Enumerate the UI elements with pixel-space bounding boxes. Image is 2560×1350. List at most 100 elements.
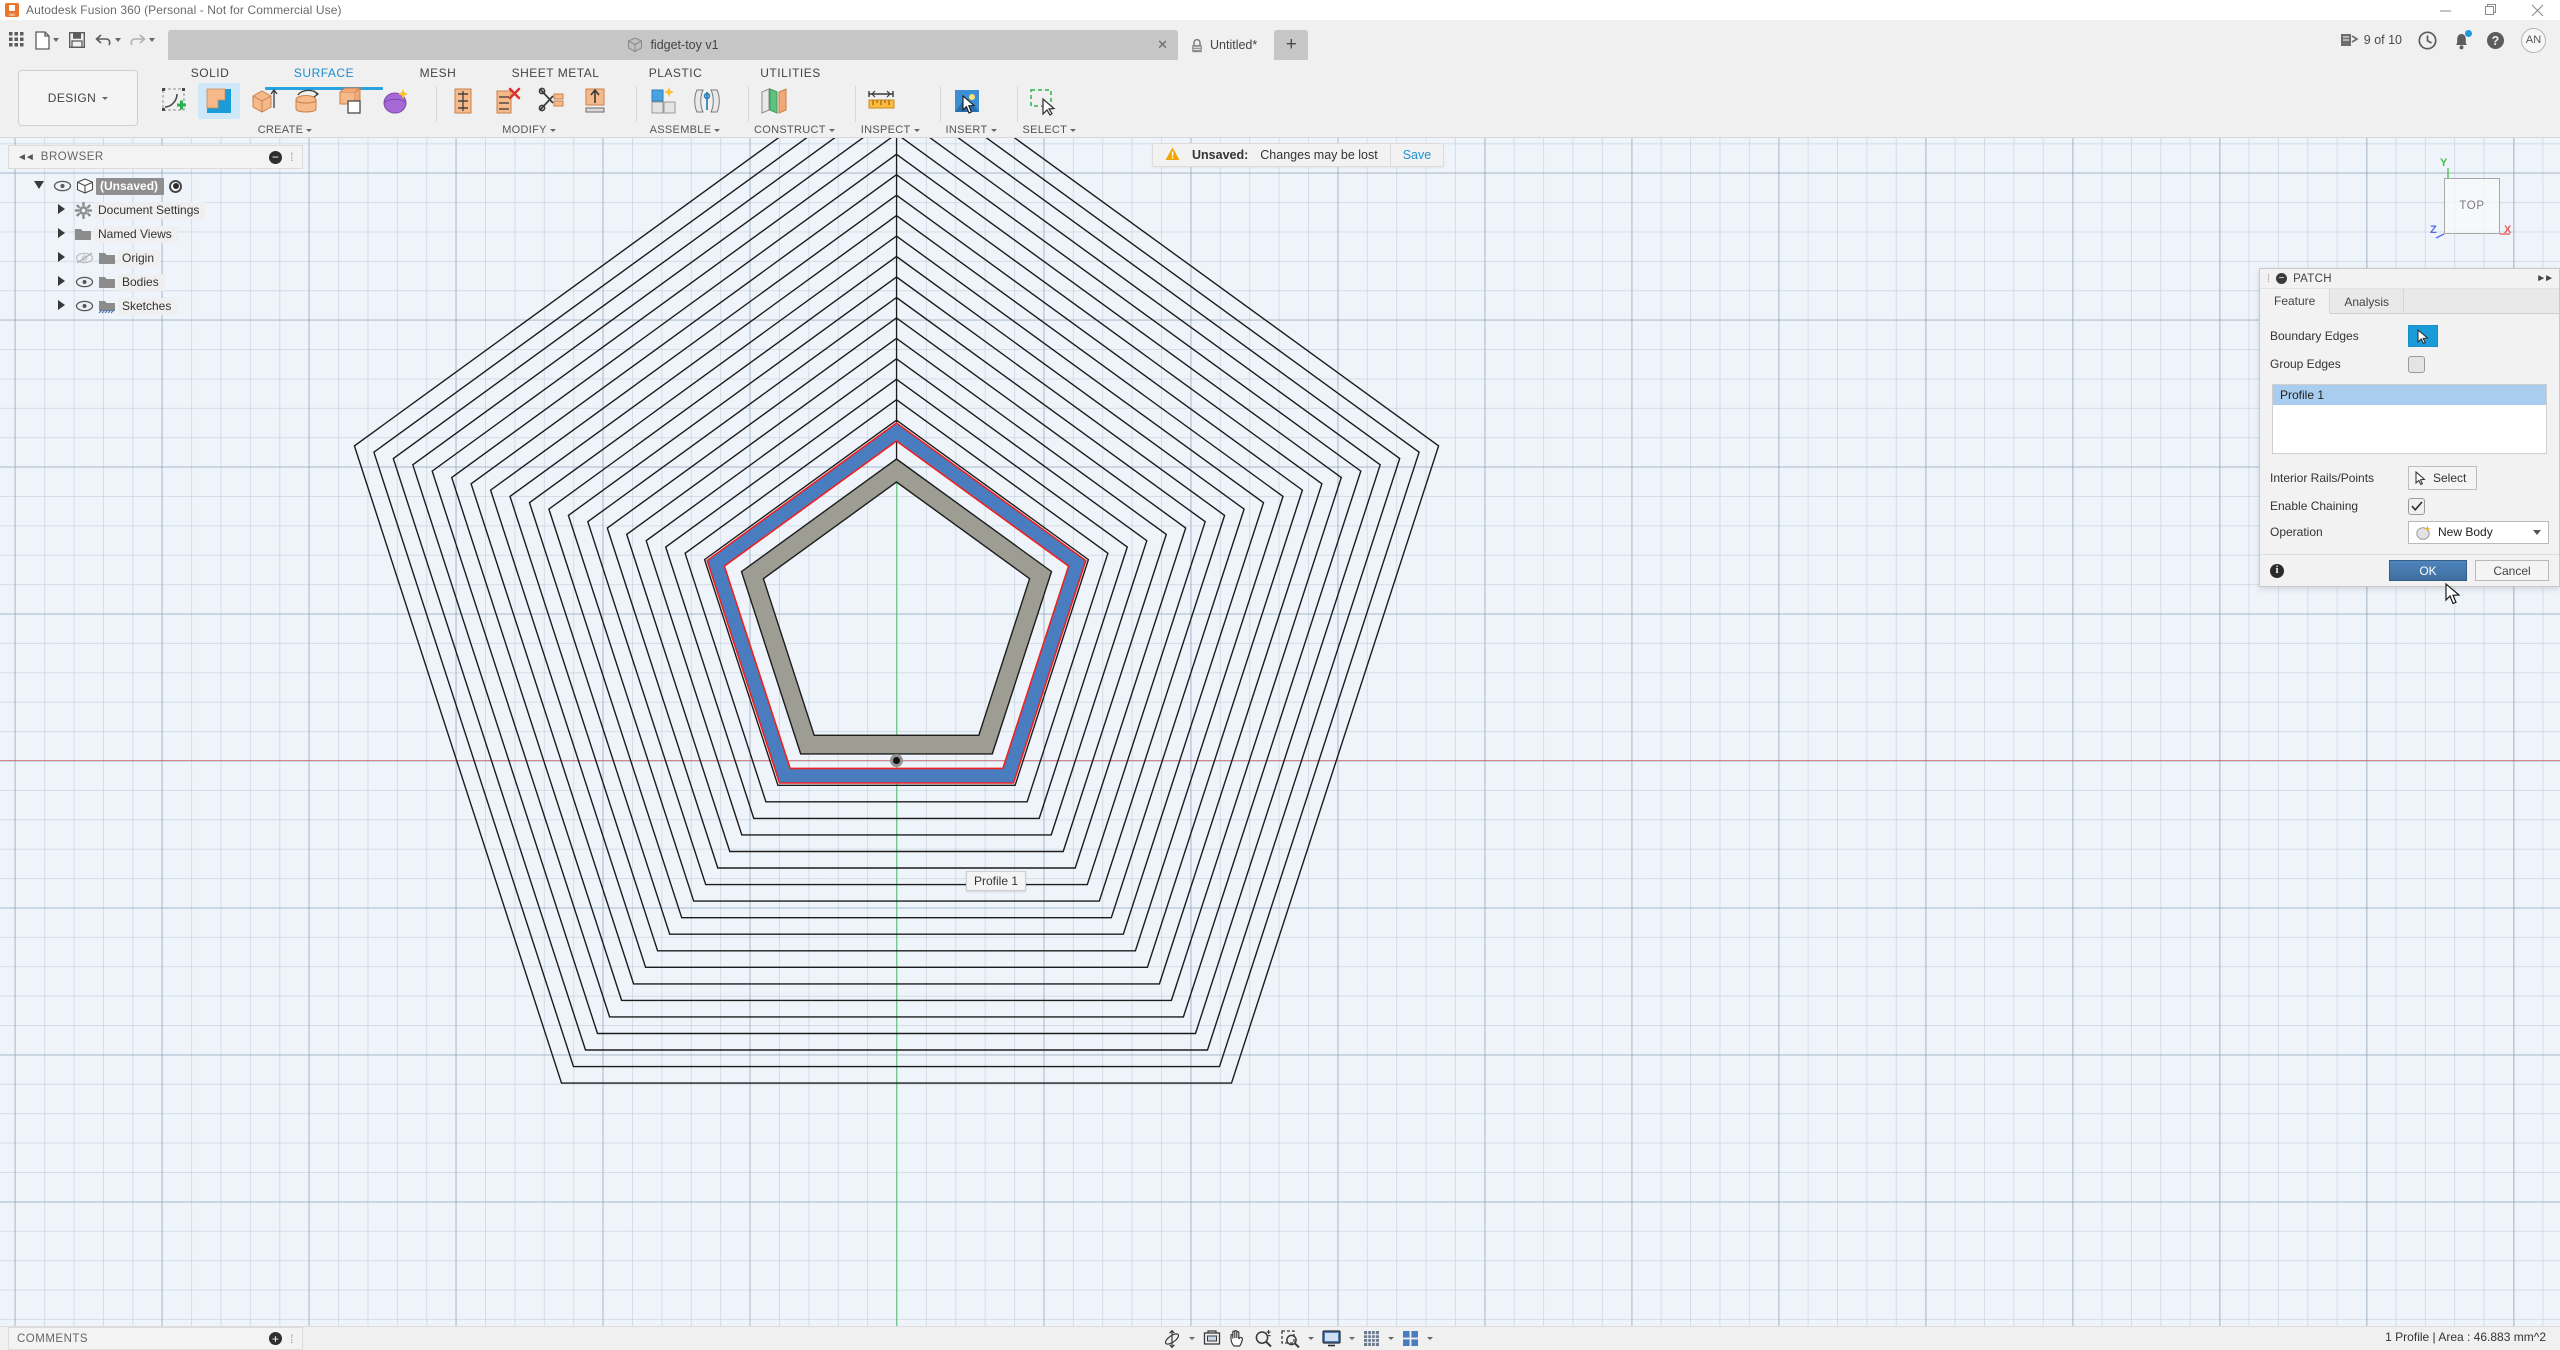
dialog-grip-icon[interactable]: ⁞ <box>2267 273 2270 285</box>
fit-caret-icon[interactable] <box>1305 1328 1317 1349</box>
tool-patch[interactable] <box>198 83 240 119</box>
expand-arrow-icon[interactable] <box>50 276 72 289</box>
panel-inspect-caret-icon[interactable] <box>914 129 920 132</box>
visibility-eye-icon[interactable] <box>72 300 96 312</box>
display-settings-icon[interactable] <box>1319 1328 1344 1349</box>
tool-insert-image[interactable] <box>946 83 988 119</box>
enable-chaining-checkbox[interactable] <box>2408 498 2425 515</box>
panel-modify-caret-icon[interactable] <box>550 129 556 132</box>
chevron-down-icon[interactable] <box>102 97 108 100</box>
orbit-icon[interactable] <box>1160 1328 1184 1349</box>
new-tab-button[interactable]: + <box>1274 30 1308 60</box>
save-icon[interactable] <box>64 25 90 55</box>
tool-thicken[interactable] <box>330 83 372 119</box>
new-file-caret-icon[interactable] <box>53 38 59 42</box>
viewport[interactable]: Profile 1 TOP Y X Z <box>0 138 2560 1326</box>
pan-icon[interactable] <box>1226 1328 1249 1349</box>
tool-joint[interactable] <box>686 83 728 119</box>
document-tab-close-icon[interactable]: ✕ <box>1157 37 1168 53</box>
undo-icon[interactable] <box>92 25 124 55</box>
tree-node-named-views[interactable]: Named Views <box>8 222 303 246</box>
expand-arrow-icon[interactable] <box>28 181 50 192</box>
expand-arrow-icon[interactable] <box>50 252 72 265</box>
dialog-expand-icon[interactable]: ►► <box>2536 273 2552 284</box>
tool-select-window[interactable] <box>1023 83 1065 119</box>
expand-arrow-icon[interactable] <box>50 228 72 241</box>
tool-extend[interactable] <box>574 83 616 119</box>
visibility-eye-off-icon[interactable] <box>72 252 96 264</box>
boundary-edges-select-button[interactable] <box>2408 325 2438 347</box>
tab-analysis[interactable]: Analysis <box>2330 289 2404 314</box>
workspace-switcher-design[interactable]: DESIGN <box>18 70 138 126</box>
tree-node-sketches[interactable]: Sketches <box>8 294 303 318</box>
undo-caret-icon[interactable] <box>115 38 121 42</box>
panel-insert-label[interactable]: INSERT <box>946 122 997 138</box>
browser-grip-icon[interactable]: ⁞ <box>290 150 294 164</box>
redo-icon[interactable] <box>126 25 158 55</box>
activate-component-radio[interactable] <box>169 180 182 193</box>
panel-insert-caret-icon[interactable] <box>991 129 997 132</box>
document-tab-untitled[interactable]: Untitled* <box>1178 30 1270 60</box>
tree-node-origin[interactable]: Origin <box>8 246 303 270</box>
tool-new-component[interactable] <box>642 83 684 119</box>
chevron-down-icon[interactable] <box>2533 530 2541 535</box>
panel-construct-caret-icon[interactable] <box>829 129 835 132</box>
tree-node-document-settings[interactable]: Document Settings <box>8 198 303 222</box>
comments-add-icon[interactable]: + <box>269 1332 282 1345</box>
patch-dialog-header[interactable]: ⁞ − PATCH ►► <box>2260 269 2559 289</box>
tool-construct-plane[interactable] <box>754 83 796 119</box>
ok-button[interactable]: OK <box>2389 560 2467 581</box>
tab-feature[interactable]: Feature <box>2260 289 2330 314</box>
document-tab-fidget-toy[interactable]: fidget-toy v1 ✕ <box>168 30 1178 60</box>
panel-select-caret-icon[interactable] <box>1070 129 1076 132</box>
panel-inspect-label[interactable]: INSPECT <box>861 122 920 138</box>
collapse-icon[interactable]: ◄◄ <box>17 152 33 163</box>
tool-trim[interactable] <box>442 83 484 119</box>
operation-dropdown[interactable]: New Body <box>2408 521 2549 544</box>
panel-select-label[interactable]: SELECT <box>1023 122 1077 138</box>
unsaved-save-link[interactable]: Save <box>1403 148 1432 162</box>
comments-grip-icon[interactable]: ⁞ <box>290 1332 294 1346</box>
origin-point[interactable] <box>890 754 903 767</box>
tree-node-bodies[interactable]: Bodies <box>8 270 303 294</box>
new-file-icon[interactable] <box>32 25 62 55</box>
viewports-caret-icon[interactable] <box>1424 1328 1436 1349</box>
tool-create-sketch[interactable] <box>154 83 196 119</box>
fit-icon[interactable] <box>1278 1328 1303 1349</box>
notifications-icon[interactable] <box>2453 31 2470 50</box>
visibility-eye-icon[interactable] <box>50 180 74 192</box>
tool-measure[interactable] <box>861 83 903 119</box>
app-grid-icon[interactable] <box>4 25 30 55</box>
tool-split-face[interactable] <box>530 83 572 119</box>
help-icon[interactable]: ? <box>2486 31 2505 50</box>
selection-list-item[interactable]: Profile 1 <box>2273 385 2546 405</box>
group-edges-checkbox[interactable] <box>2408 356 2425 373</box>
grid-snaps-caret-icon[interactable] <box>1385 1328 1397 1349</box>
browser-collapse-icon[interactable]: − <box>269 151 282 164</box>
look-at-icon[interactable] <box>1200 1328 1224 1349</box>
display-settings-caret-icon[interactable] <box>1346 1328 1358 1349</box>
expand-arrow-icon[interactable] <box>50 300 72 313</box>
avatar[interactable]: AN <box>2521 28 2546 53</box>
maximize-icon[interactable] <box>2468 0 2514 20</box>
tool-create-form[interactable] <box>374 83 416 119</box>
info-icon[interactable]: i <box>2270 564 2284 578</box>
tool-delete-face[interactable] <box>486 83 528 119</box>
job-status[interactable]: 9 of 10 <box>2340 32 2402 48</box>
panel-assemble-caret-icon[interactable] <box>714 129 720 132</box>
panel-create-label[interactable]: CREATE <box>154 122 416 138</box>
selection-list[interactable]: Profile 1 <box>2272 384 2547 454</box>
tree-node-unsaved[interactable]: (Unsaved) <box>8 174 303 198</box>
panel-create-caret-icon[interactable] <box>306 129 312 132</box>
orbit-caret-icon[interactable] <box>1186 1328 1198 1349</box>
panel-assemble-label[interactable]: ASSEMBLE <box>642 122 728 138</box>
cancel-button[interactable]: Cancel <box>2475 560 2549 581</box>
minimize-icon[interactable] <box>2422 0 2468 20</box>
panel-construct-label[interactable]: CONSTRUCT <box>754 122 835 138</box>
tool-extrude[interactable] <box>242 83 284 119</box>
recent-icon[interactable] <box>2418 31 2437 50</box>
viewports-icon[interactable] <box>1399 1328 1422 1349</box>
panel-modify-label[interactable]: MODIFY <box>442 122 616 138</box>
zoom-icon[interactable] <box>1251 1328 1276 1349</box>
redo-caret-icon[interactable] <box>149 38 155 42</box>
